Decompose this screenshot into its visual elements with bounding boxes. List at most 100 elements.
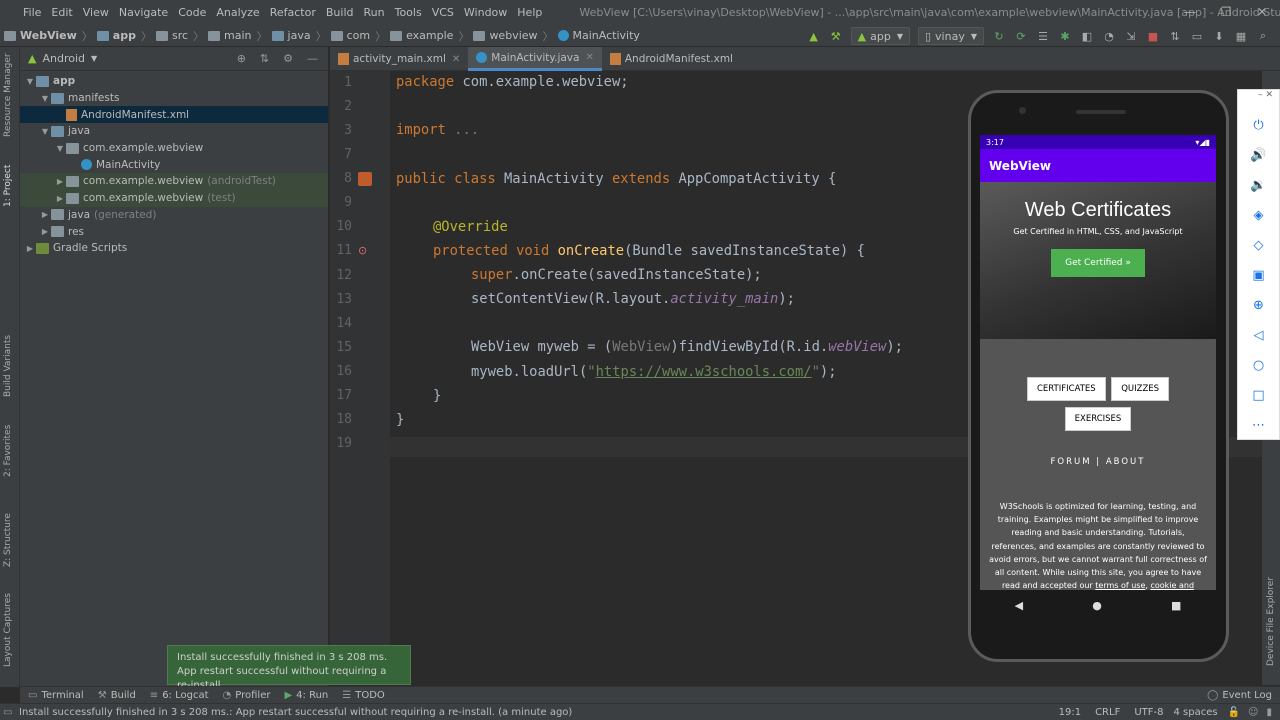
chevron-right-icon[interactable]: ▶: [24, 244, 36, 253]
breadcrumb-java[interactable]: java 〉: [271, 28, 327, 44]
tree-item[interactable]: ▶ res: [20, 223, 328, 240]
terms-link[interactable]: terms of use: [1095, 581, 1145, 590]
menu-refactor[interactable]: Refactor: [265, 6, 321, 19]
avd-manager-icon[interactable]: ▭: [1188, 28, 1206, 44]
tab-activity-main-xml[interactable]: activity_main.xml ✕: [330, 47, 468, 71]
memory-icon[interactable]: ▮: [1266, 707, 1272, 718]
run-tab[interactable]: ▶ 4: Run: [284, 690, 328, 701]
breadcrumb-com[interactable]: com 〉: [330, 28, 386, 44]
screenshot-icon[interactable]: ▣: [1238, 260, 1279, 290]
attach-debugger-icon[interactable]: ⇲: [1122, 28, 1140, 44]
terminal-tab[interactable]: ▭ Terminal: [28, 690, 84, 701]
chevron-down-icon[interactable]: ▼: [39, 94, 51, 103]
build-variants-tab[interactable]: Build Variants: [3, 335, 13, 397]
device-file-explorer-tab[interactable]: Device File Explorer: [1266, 577, 1276, 666]
menu-navigate[interactable]: Navigate: [114, 6, 173, 19]
chevron-down-icon[interactable]: ▼: [24, 77, 36, 86]
file-encoding[interactable]: UTF-8: [1134, 707, 1163, 718]
close-tab-icon[interactable]: ✕: [585, 52, 593, 63]
more-icon[interactable]: ⋯: [1238, 410, 1279, 440]
tab-mainactivity-java[interactable]: MainActivity.java ✕: [468, 47, 602, 71]
hide-icon[interactable]: —: [307, 52, 318, 65]
gear-icon[interactable]: ⚙: [283, 52, 293, 65]
project-tab[interactable]: 1: Project: [3, 165, 13, 207]
close-icon[interactable]: ✕: [1244, 0, 1280, 25]
stop-icon[interactable]: ■: [1144, 28, 1162, 44]
collapse-icon[interactable]: ⇅: [260, 52, 269, 65]
menu-analyze[interactable]: Analyze: [211, 6, 264, 19]
inspector-icon[interactable]: ☺: [1248, 707, 1258, 718]
breadcrumb-app[interactable]: app 〉: [96, 28, 152, 44]
chevron-down-icon[interactable]: ▼: [91, 54, 97, 63]
menu-vcs[interactable]: VCS: [427, 6, 459, 19]
rotate-right-icon[interactable]: ◇: [1238, 230, 1279, 260]
breadcrumb-main[interactable]: main 〉: [208, 28, 268, 44]
apply-code-icon[interactable]: ☰: [1034, 28, 1052, 44]
activity-icon[interactable]: [358, 172, 372, 186]
tab-androidmanifest-xml[interactable]: AndroidManifest.xml: [602, 47, 741, 71]
chevron-right-icon[interactable]: ▶: [39, 210, 51, 219]
build-tab[interactable]: ⚒ Build: [98, 690, 136, 701]
profiler-tab[interactable]: ◔ Profiler: [223, 690, 271, 701]
breadcrumb-webview-pkg[interactable]: webview 〉: [473, 28, 554, 44]
tree-item[interactable]: ▶ com.example.webview (androidTest): [20, 173, 328, 190]
tree-item[interactable]: ▼ manifests: [20, 90, 328, 107]
tree-item[interactable]: ▶ Gradle Scripts: [20, 240, 328, 257]
todo-tab[interactable]: ☰ TODO: [342, 690, 385, 701]
chevron-down-icon[interactable]: ▼: [39, 127, 51, 136]
override-icon[interactable]: ⊙: [358, 244, 367, 257]
menu-help[interactable]: Help: [512, 6, 547, 19]
menu-window[interactable]: Window: [459, 6, 512, 19]
status-message[interactable]: Install successfully finished in 3 s 208…: [19, 707, 572, 718]
overview-icon[interactable]: □: [1238, 380, 1279, 410]
menu-edit[interactable]: Edit: [46, 6, 77, 19]
emulator-screen[interactable]: 3:17 ▾◢▮ WebView Web Certificates Get Ce…: [980, 135, 1216, 590]
rerun-icon[interactable]: ↻: [990, 28, 1008, 44]
layout-captures-tab[interactable]: Layout Captures: [3, 593, 13, 667]
locate-icon[interactable]: ⊕: [237, 52, 246, 65]
minimize-icon[interactable]: —: [1172, 0, 1208, 25]
breadcrumb-example[interactable]: example 〉: [390, 28, 469, 44]
back-icon[interactable]: ◀: [1015, 599, 1023, 612]
get-certified-button[interactable]: Get Certified »: [1051, 249, 1145, 277]
recents-icon[interactable]: ■: [1171, 599, 1181, 612]
close-tab-icon[interactable]: ✕: [452, 54, 460, 65]
resource-manager-tab[interactable]: Resource Manager: [3, 53, 13, 137]
favorites-tab[interactable]: 2: Favorites: [3, 425, 13, 477]
menu-file[interactable]: File: [18, 6, 46, 19]
lock-icon[interactable]: 🔓: [1228, 707, 1240, 718]
menu-view[interactable]: View: [78, 6, 114, 19]
caret-position[interactable]: 19:1: [1059, 707, 1081, 718]
tree-item[interactable]: AndroidManifest.xml: [20, 106, 328, 124]
volume-down-icon[interactable]: 🔉: [1238, 170, 1279, 200]
exercises-button[interactable]: EXERCISES: [1064, 407, 1132, 431]
status-toggle-icon[interactable]: ▭: [3, 707, 19, 718]
sdk-manager-icon[interactable]: ⬇: [1210, 28, 1228, 44]
chevron-down-icon[interactable]: ▼: [54, 144, 66, 153]
cookie-link[interactable]: cookie and: [1150, 581, 1194, 590]
android-icon[interactable]: ▲: [805, 28, 823, 44]
quizzes-button[interactable]: QUIZZES: [1111, 377, 1170, 401]
zoom-icon[interactable]: ⊕: [1238, 290, 1279, 320]
apply-changes-icon[interactable]: ⟳: [1012, 28, 1030, 44]
event-log-tab[interactable]: ◯ Event Log: [1207, 690, 1272, 701]
run-config-select[interactable]: ▲ app ▼: [850, 27, 910, 45]
project-view-select[interactable]: Android: [42, 52, 85, 65]
indent-setting[interactable]: 4 spaces: [1174, 707, 1218, 718]
home-icon[interactable]: ●: [1092, 599, 1102, 612]
coverage-icon[interactable]: ◧: [1078, 28, 1096, 44]
debug-icon[interactable]: ✱: [1056, 28, 1074, 44]
back-icon[interactable]: ◁: [1238, 320, 1279, 350]
menu-code[interactable]: Code: [173, 6, 211, 19]
layout-inspector-icon[interactable]: ▦: [1232, 28, 1250, 44]
menu-build[interactable]: Build: [321, 6, 359, 19]
profile-icon[interactable]: ◔: [1100, 28, 1118, 44]
rotate-left-icon[interactable]: ◈: [1238, 200, 1279, 230]
hammer-icon[interactable]: ⚒: [827, 28, 845, 44]
home-icon[interactable]: ○: [1238, 350, 1279, 380]
breadcrumb-src[interactable]: src 〉: [155, 28, 204, 44]
logcat-tab[interactable]: ≡ 6: Logcat: [150, 690, 209, 701]
tree-item[interactable]: ▶ com.example.webview (test): [20, 189, 328, 207]
menu-run[interactable]: Run: [359, 6, 390, 19]
structure-tab[interactable]: Z: Structure: [3, 513, 13, 567]
